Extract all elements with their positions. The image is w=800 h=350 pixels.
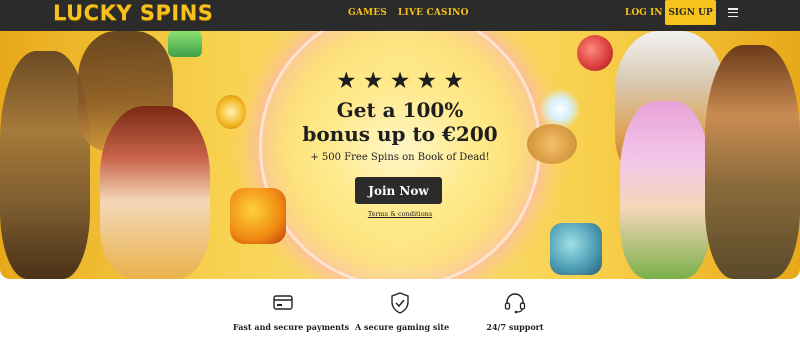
hero-banner: ★ ★ ★ ★ ★ Get a 100% bonus up to €200 + … [0,31,800,279]
feature-support: 24/7 support [477,290,553,332]
explorer-illustration [705,45,800,279]
star-icon: ★ [416,68,438,94]
hero-subtitle: + 500 Free Spins on Book of Dead! [310,152,490,163]
robot-creature-illustration [550,223,602,275]
hamburger-icon[interactable] [728,8,738,18]
staff-hand-illustration [527,124,577,164]
star-icon: ★ [443,68,464,94]
join-now-button[interactable]: Join Now [355,177,442,204]
signup-button[interactable]: SIGN UP [665,0,716,25]
nav-games[interactable]: GAMES [348,8,387,18]
terms-link[interactable]: Terms & conditions [340,210,460,218]
feature-label: Fast and secure payments [233,322,350,332]
site-logo[interactable]: LUCKY SPINS [53,1,213,25]
shield-check-icon [391,292,409,314]
login-link[interactable]: LOG IN [625,8,662,18]
star-icon: ★ [362,68,384,94]
feature-label: A secure gaming site [355,322,450,332]
nav-live-casino[interactable]: LIVE CASINO [398,8,469,18]
hero-title-line-1: Get a 100% [336,98,464,122]
light-orb-illustration [540,89,580,129]
monster-creature-illustration [230,188,286,244]
hero-title-line-2: bonus up to €200 [302,122,498,146]
star-icon: ★ [389,68,411,94]
star-icon: ★ [336,68,357,94]
green-creature-illustration [168,31,202,57]
credit-card-icon [273,295,293,310]
feature-payments: Fast and secure payments [233,290,350,332]
feature-label: 24/7 support [486,322,544,332]
headset-icon [504,293,526,314]
adventurer-illustration [0,51,90,279]
top-header: LUCKY SPINS GAMES LIVE CASINO LOG IN SIG… [0,0,800,31]
anime-girl-illustration [100,106,210,279]
feature-security: A secure gaming site [355,290,450,332]
red-creature-illustration [577,35,613,71]
fairy-illustration [620,101,710,279]
skull-orb-illustration [216,95,246,129]
rating-stars: ★ ★ ★ ★ ★ [336,68,464,94]
